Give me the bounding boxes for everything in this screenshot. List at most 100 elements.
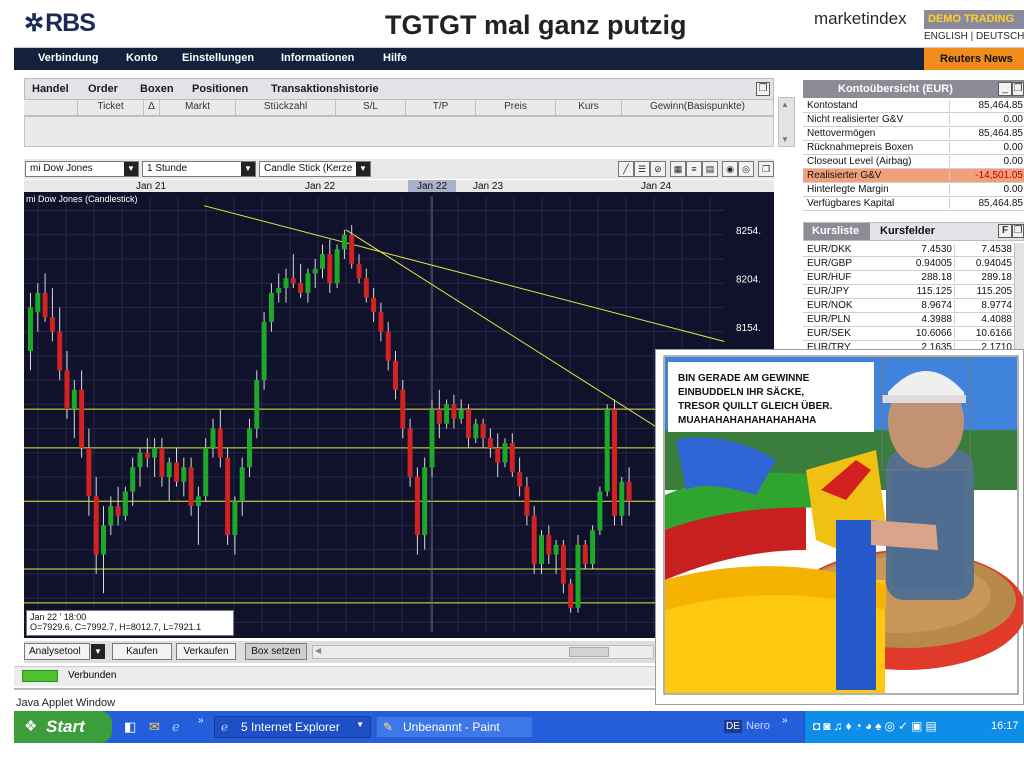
grid-icon[interactable]: ▦ xyxy=(670,161,686,177)
col-ticket[interactable]: Ticket xyxy=(78,100,144,115)
menu-einstellungen[interactable]: Einstellungen xyxy=(182,52,254,64)
zoom-in-icon[interactable]: ◉ xyxy=(722,161,738,177)
menu-informationen[interactable]: Informationen xyxy=(281,52,354,64)
tab-kursliste[interactable]: Kursliste xyxy=(812,225,859,237)
candle-body xyxy=(407,428,413,477)
rate-row[interactable]: EUR/JPY 115.125 115.205 xyxy=(803,285,1014,299)
instrument-select[interactable]: mi Dow Jones ▼ xyxy=(25,161,139,177)
tab-handel[interactable]: Handel xyxy=(32,83,69,95)
col-preis[interactable]: Preis xyxy=(476,100,556,115)
nero-toolbar[interactable]: Nero xyxy=(746,720,770,732)
task-paint[interactable]: ✎ Unbenannt - Paint xyxy=(376,716,533,738)
price-axis-label: 8254. xyxy=(736,226,761,237)
task-internet-explorer[interactable]: ℯ 5 Internet Explorer ▼ xyxy=(214,716,371,738)
candle-body xyxy=(590,530,596,565)
rates-scrollbar[interactable] xyxy=(1014,243,1024,349)
restore-window-icon[interactable]: ❐ xyxy=(1012,82,1024,96)
candle-body xyxy=(582,544,588,565)
f-button[interactable]: F xyxy=(998,224,1012,238)
start-button[interactable]: ❖ Start xyxy=(14,711,112,743)
tab-boxen[interactable]: Boxen xyxy=(140,83,174,95)
rate-ask[interactable]: 115.205 xyxy=(954,286,1014,297)
chart-hscrollbar[interactable]: ◀ xyxy=(312,645,654,659)
interval-select[interactable]: 1 Stunde ▼ xyxy=(142,161,256,177)
col-delta[interactable]: Δ xyxy=(144,100,160,115)
col-gewinn[interactable]: Gewinn(Basispunkte) xyxy=(622,100,774,115)
quicklaunch-expand-icon[interactable]: » xyxy=(198,715,204,726)
rate-ask[interactable]: 8.9774 xyxy=(954,300,1014,311)
info-date: Jan 22 ' 18:00 xyxy=(30,612,87,622)
scroll-left-icon[interactable]: ◀ xyxy=(315,646,321,655)
analysis-tool-select[interactable]: Analysetool xyxy=(24,643,90,660)
price-axis-label: 8204. xyxy=(736,274,761,285)
rate-row[interactable]: EUR/NOK 8.9674 8.9774 xyxy=(803,299,1014,313)
windows-logo-icon: ❖ xyxy=(24,718,38,735)
toolbar-expand-icon[interactable]: » xyxy=(782,715,788,726)
col-markt[interactable]: Markt xyxy=(160,100,236,115)
tab-order[interactable]: Order xyxy=(88,83,118,95)
rate-ask[interactable]: 0.94045 xyxy=(954,258,1014,269)
rate-row[interactable]: EUR/HUF 288.18 289.18 xyxy=(803,271,1014,285)
trade-table-header: Ticket Δ Markt Stückzahl S/L T/P Preis K… xyxy=(24,100,774,116)
candle-body xyxy=(232,501,238,536)
rate-bid[interactable]: 0.94005 xyxy=(906,258,954,269)
rate-pair: EUR/PLN xyxy=(807,314,851,325)
sell-button[interactable]: Verkaufen xyxy=(176,643,236,660)
rate-row[interactable]: EUR/DKK 7.4530 7.4538 xyxy=(803,243,1014,257)
candle-body xyxy=(144,452,150,458)
menu-verbindung[interactable]: Verbindung xyxy=(38,52,99,64)
chart-style-select[interactable]: Candle Stick (Kerze ▼ xyxy=(259,161,371,177)
reuters-news-button[interactable]: Reuters News xyxy=(924,48,1024,70)
fibonacci-icon[interactable]: ☰ xyxy=(634,161,650,177)
restore-window-icon[interactable]: ❐ xyxy=(1012,224,1024,238)
trade-table-scrollbar[interactable]: ▲ ▼ xyxy=(778,97,795,147)
candle-body xyxy=(210,428,216,448)
rate-bid[interactable]: 8.9674 xyxy=(906,300,954,311)
tab-positionen[interactable]: Positionen xyxy=(192,83,248,95)
rate-ask[interactable]: 4.4088 xyxy=(954,314,1014,325)
rate-ask[interactable]: 289.18 xyxy=(954,272,1014,283)
grid-fine-icon[interactable]: ▤ xyxy=(702,161,718,177)
rate-bid[interactable]: 10.6066 xyxy=(906,328,954,339)
zoom-out-icon[interactable]: ◎ xyxy=(738,161,754,177)
tab-transaktionshistorie[interactable]: Transaktionshistorie xyxy=(271,83,379,95)
menu-hilfe[interactable]: Hilfe xyxy=(383,52,407,64)
rate-pair: EUR/NOK xyxy=(807,300,853,311)
buy-button[interactable]: Kaufen xyxy=(112,643,172,660)
draw-line-icon[interactable]: ╱ xyxy=(618,161,634,177)
minimize-icon[interactable]: _ xyxy=(998,82,1012,96)
rate-row[interactable]: EUR/SEK 10.6066 10.6166 xyxy=(803,327,1014,341)
internet-explorer-icon[interactable]: ℯ xyxy=(172,719,180,735)
language-switch[interactable]: ENGLISH | DEUTSCH xyxy=(924,31,1024,42)
rate-row[interactable]: EUR/GBP 0.94005 0.94045 xyxy=(803,257,1014,271)
tab-kursfelder[interactable]: Kursfelder xyxy=(880,225,935,237)
rate-ask[interactable]: 7.4538 xyxy=(954,244,1014,255)
rate-bid[interactable]: 115.125 xyxy=(906,286,954,297)
scroll-down-icon[interactable]: ▼ xyxy=(781,135,789,144)
tray-icons[interactable]: ◘◙♫♦◔◕♠◎✓▣▤ xyxy=(813,719,940,733)
candle-body xyxy=(101,525,106,555)
rate-bid[interactable]: 7.4530 xyxy=(906,244,954,255)
grid-rows-icon[interactable]: ≡ xyxy=(686,161,702,177)
col-stueckzahl[interactable]: Stückzahl xyxy=(236,100,336,115)
rate-bid[interactable]: 4.3988 xyxy=(906,314,954,325)
rate-row[interactable]: EUR/PLN 4.3988 4.4088 xyxy=(803,313,1014,327)
input-language[interactable]: DE xyxy=(724,720,742,733)
col-kurs[interactable]: Kurs xyxy=(556,100,622,115)
restore-window-icon[interactable]: ❐ xyxy=(756,82,770,96)
col-sl[interactable]: S/L xyxy=(336,100,406,115)
col-tp[interactable]: T/P xyxy=(406,100,476,115)
rate-ask[interactable]: 10.6166 xyxy=(954,328,1014,339)
account-value: 0.00 xyxy=(949,114,1024,125)
chevron-down-icon[interactable]: ▼ xyxy=(91,644,105,659)
menu-konto[interactable]: Konto xyxy=(126,52,158,64)
rate-bid[interactable]: 288.18 xyxy=(906,272,954,283)
scroll-thumb[interactable] xyxy=(569,647,609,657)
set-box-button[interactable]: Box setzen xyxy=(245,643,307,660)
scroll-up-icon[interactable]: ▲ xyxy=(781,100,789,109)
mail-icon[interactable]: ✉ xyxy=(149,719,160,735)
desktop-icon[interactable]: ◧ xyxy=(124,719,136,735)
candle-body xyxy=(49,317,55,332)
draw-ray-icon[interactable]: ⊘ xyxy=(650,161,666,177)
restore-window-icon[interactable]: ❐ xyxy=(758,161,774,177)
